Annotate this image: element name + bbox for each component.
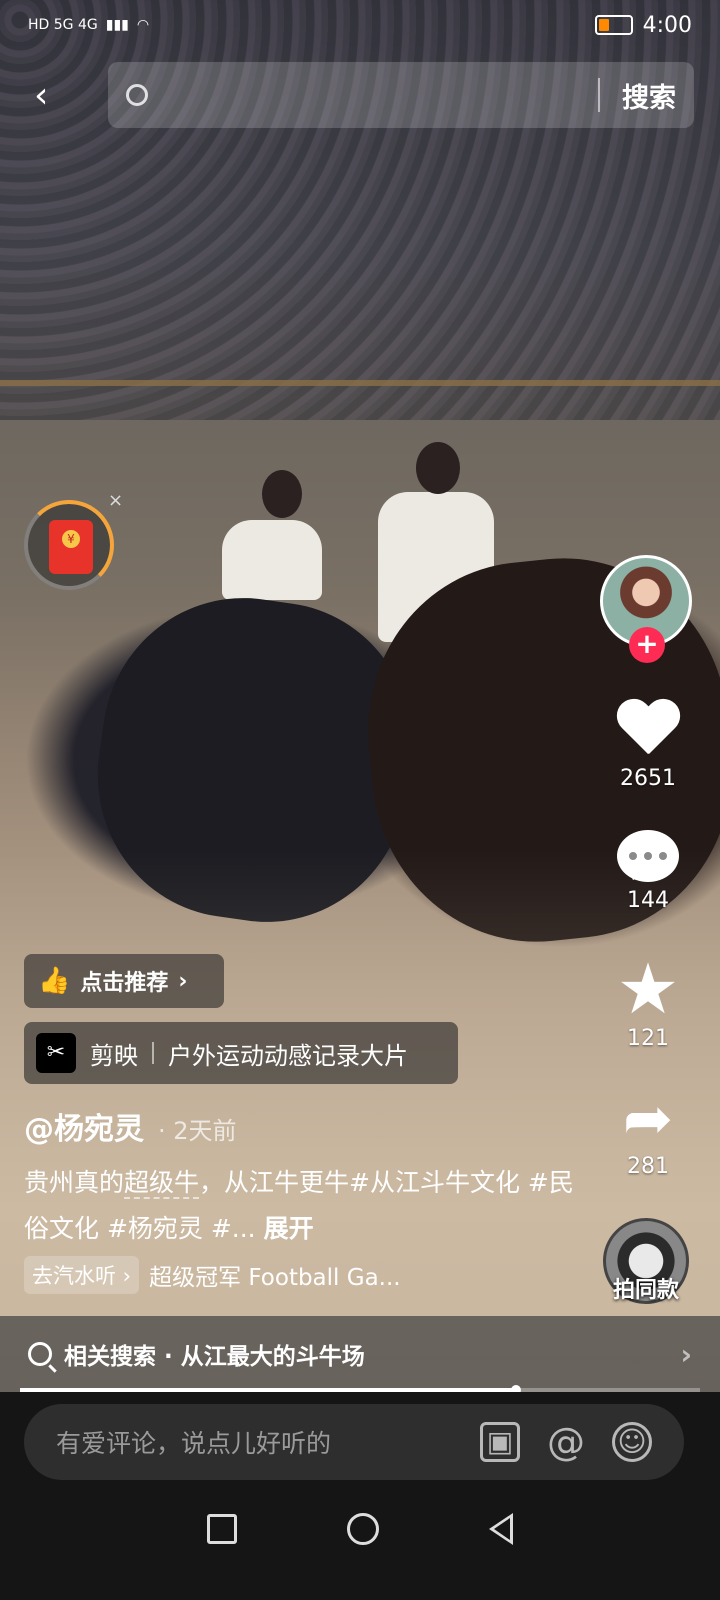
like-button[interactable]: 2651 (608, 700, 688, 791)
fence (0, 380, 720, 386)
post-time: · 2天前 (158, 1117, 237, 1145)
favorite-button[interactable]: ★ 121 (608, 948, 688, 1051)
heart-icon (615, 700, 681, 760)
network-indicators: HD 5G 4G ▮▮▮ ◠ (28, 17, 149, 33)
magnifier-icon (126, 84, 148, 106)
share-arrow-icon: ➦ (622, 1084, 674, 1154)
spectator-head (262, 470, 302, 518)
recommend-label: 点击推荐 (80, 971, 169, 996)
search-divider (598, 78, 600, 112)
same-style-button[interactable]: 拍同款 (598, 1272, 694, 1304)
chevron-right-icon: › (680, 1337, 692, 1371)
back-button[interactable] (489, 1513, 513, 1545)
emoji-icon[interactable]: ☺ (612, 1422, 652, 1462)
search-bar[interactable]: 搜索 (108, 62, 694, 128)
capcut-banner[interactable]: ✂ 剪映 户外运动动感记录大片 (24, 1022, 458, 1084)
desc-text: 贵州真的 (24, 1168, 125, 1197)
expand-link[interactable]: 展开 (264, 1214, 314, 1243)
author-name[interactable]: @杨宛灵 (24, 1104, 144, 1148)
music-title: 超级冠军 Football Ga... (149, 1265, 401, 1291)
clock: 4:00 (642, 12, 692, 38)
chevron-right-icon: › (178, 968, 188, 994)
related-search-text: 相关搜索 · 从江最大的斗牛场 (64, 1344, 365, 1370)
comment-count: 144 (627, 888, 669, 913)
home-button[interactable] (347, 1513, 379, 1545)
follow-button[interactable]: + (629, 627, 665, 663)
capcut-divider (152, 1042, 154, 1064)
capcut-app-name: 剪映 (90, 1041, 138, 1070)
spectator-head (416, 442, 460, 494)
comment-tools: ▣ @ ☺ (480, 1422, 652, 1462)
wifi-icon: ◠ (136, 17, 150, 33)
music-source-tag[interactable]: 去汽水听 › (24, 1256, 140, 1294)
share-count: 281 (627, 1154, 669, 1179)
share-button[interactable]: ➦ 281 (608, 1084, 688, 1179)
related-search-bar[interactable]: 相关搜索 · 从江最大的斗牛场 › (0, 1316, 720, 1392)
comment-placeholder: 有爱评论，说点儿好听的 (56, 1429, 332, 1458)
signal-icon: ▮▮▮ (105, 17, 129, 33)
comment-input[interactable]: 有爱评论，说点儿好听的 ▣ @ ☺ (24, 1404, 684, 1480)
battery-icon (594, 15, 633, 35)
recommend-button[interactable]: 👍 点击推荐 › (24, 954, 224, 1008)
post-description: 贵州真的超级牛，从江牛更牛#从江斗牛文化 #民俗文化 #杨宛灵 #... 展开 (24, 1160, 584, 1252)
red-envelope-icon (49, 520, 93, 574)
comment-button[interactable]: 144 (608, 830, 688, 913)
like-count: 2651 (620, 766, 676, 791)
close-icon[interactable]: × (108, 490, 123, 511)
star-icon: ★ (616, 948, 680, 1030)
search-icon (28, 1342, 52, 1366)
spectator (222, 520, 322, 600)
back-icon[interactable]: ‹ (34, 76, 66, 116)
capcut-logo-icon: ✂ (36, 1033, 76, 1073)
image-icon[interactable]: ▣ (480, 1422, 520, 1462)
thumbs-up-icon: 👍 (38, 966, 71, 996)
music-line[interactable]: 去汽水听 › 超级冠军 Football Ga... (24, 1256, 401, 1294)
recents-button[interactable] (207, 1514, 237, 1544)
search-button[interactable]: 搜索 (622, 76, 676, 115)
mention-icon[interactable]: @ (546, 1422, 586, 1462)
status-bar: HD 5G 4G ▮▮▮ ◠ 4:00 (0, 0, 720, 50)
network-text: HD 5G 4G (28, 17, 98, 33)
capcut-title: 户外运动动感记录大片 (168, 1041, 408, 1070)
chat-bubble-icon (617, 830, 679, 882)
desc-keyword-link[interactable]: 超级牛 (124, 1168, 200, 1199)
author-line: @杨宛灵 · 2天前 (24, 1104, 237, 1148)
red-packet-widget[interactable] (24, 500, 114, 590)
system-nav-bar (0, 1498, 720, 1560)
status-right: 4:00 (594, 12, 692, 38)
